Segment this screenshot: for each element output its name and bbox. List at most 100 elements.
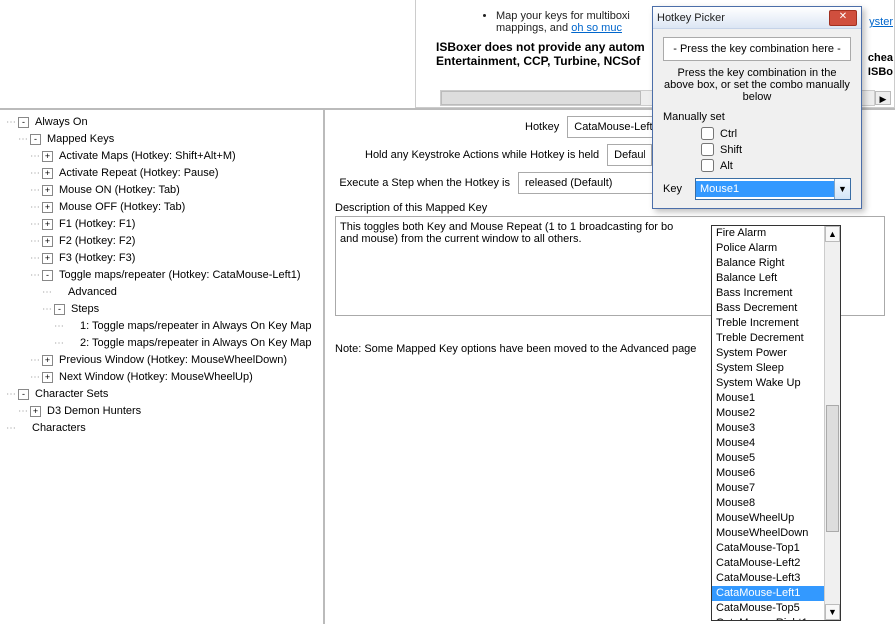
tree-toggle-icon[interactable]: + [42, 151, 53, 162]
tree-label: Mapped Keys [45, 132, 116, 147]
hotkey-label: Hotkey [525, 121, 559, 133]
tree-toggle-icon[interactable]: + [42, 236, 53, 247]
tree-label: Mouse ON (Hotkey: Tab) [57, 183, 182, 198]
tree-toggle-icon[interactable]: + [42, 185, 53, 196]
tree-toggle-icon[interactable]: + [42, 219, 53, 230]
dropdown-option[interactable]: System Sleep [712, 361, 840, 376]
tree-label: F3 (Hotkey: F3) [57, 251, 137, 266]
ctrl-label: Ctrl [720, 128, 737, 140]
dropdown-option[interactable]: Mouse5 [712, 451, 840, 466]
dropdown-option[interactable]: CataMouse-Left2 [712, 556, 840, 571]
scroll-up-icon[interactable]: ▲ [825, 226, 840, 242]
close-icon[interactable]: ✕ [829, 10, 857, 26]
doc-scroll-thumb[interactable] [441, 91, 641, 105]
tree-item[interactable]: ⋯1: Toggle maps/repeater in Always On Ke… [6, 318, 323, 335]
key-label: Key [663, 183, 695, 195]
dropdown-option[interactable]: Mouse2 [712, 406, 840, 421]
tree-toggle-icon[interactable]: - [42, 270, 53, 281]
key-combo-value: Mouse1 [696, 181, 834, 197]
dropdown-option[interactable]: Balance Right [712, 256, 840, 271]
doc-cutoff1: chea [868, 52, 893, 64]
doc-cutoff-link[interactable]: yster [869, 16, 893, 28]
tree-item[interactable]: ⋯+F3 (Hotkey: F3) [6, 250, 323, 267]
tree-toggle-icon[interactable]: + [42, 168, 53, 179]
tree-item[interactable]: ⋯-Toggle maps/repeater (Hotkey: CataMous… [6, 267, 323, 284]
tree-item[interactable]: ⋯+F2 (Hotkey: F2) [6, 233, 323, 250]
dropdown-option[interactable]: Treble Decrement [712, 331, 840, 346]
tree-item[interactable]: ⋯+F1 (Hotkey: F1) [6, 216, 323, 233]
tree-label: Character Sets [33, 387, 110, 402]
tree-label: F1 (Hotkey: F1) [57, 217, 137, 232]
tree-item[interactable]: ⋯-Character Sets [6, 386, 323, 403]
tree-label: Advanced [66, 285, 119, 300]
scroll-down-icon[interactable]: ▼ [825, 604, 840, 620]
tree-toggle-icon[interactable]: - [18, 117, 29, 128]
dropdown-option[interactable]: CataMouse-Left1 [712, 586, 840, 601]
tree-label: Previous Window (Hotkey: MouseWheelDown) [57, 353, 289, 368]
dropdown-option[interactable]: CataMouse-Left3 [712, 571, 840, 586]
tree-item[interactable]: ⋯-Mapped Keys [6, 131, 323, 148]
tree-toggle-icon[interactable]: + [42, 253, 53, 264]
ctrl-checkbox[interactable] [701, 127, 714, 140]
dropdown-scrollbar[interactable]: ▲ ▼ [824, 226, 840, 620]
tree-toggle-icon[interactable]: - [30, 134, 41, 145]
tree-item[interactable]: ⋯-Steps [6, 301, 323, 318]
tree-item[interactable]: ⋯+D3 Demon Hunters [6, 403, 323, 420]
hold-label: Hold any Keystroke Actions while Hotkey … [365, 149, 599, 161]
dropdown-option[interactable]: System Power [712, 346, 840, 361]
tree-toggle-icon[interactable]: - [54, 304, 65, 315]
tree-item[interactable]: ⋯+Activate Maps (Hotkey: Shift+Alt+M) [6, 148, 323, 165]
dropdown-option[interactable]: CataMouse-Top1 [712, 541, 840, 556]
doc-scroll-right[interactable]: ▶ [875, 91, 891, 105]
key-combo[interactable]: Mouse1 ▼ [695, 178, 851, 200]
tree-item[interactable]: ⋯+Mouse OFF (Hotkey: Tab) [6, 199, 323, 216]
tree-toggle-icon[interactable]: - [18, 389, 29, 400]
doc-line2: Entertainment, CCP, Turbine, NCSof [436, 54, 640, 68]
tree-label: Activate Repeat (Hotkey: Pause) [57, 166, 221, 181]
exec-field[interactable] [518, 172, 658, 194]
dropdown-option[interactable]: Mouse8 [712, 496, 840, 511]
dropdown-option[interactable]: Police Alarm [712, 241, 840, 256]
tree-item[interactable]: ⋯Advanced [6, 284, 323, 301]
doc-line1: ISBoxer does not provide any autom [436, 40, 645, 54]
alt-checkbox[interactable] [701, 159, 714, 172]
scroll-thumb[interactable] [826, 405, 839, 532]
dropdown-option[interactable]: MouseWheelUp [712, 511, 840, 526]
dropdown-option[interactable]: Balance Left [712, 271, 840, 286]
dropdown-option[interactable]: CataMouse-Top5 [712, 601, 840, 616]
alt-label: Alt [720, 160, 733, 172]
dropdown-option[interactable]: MouseWheelDown [712, 526, 840, 541]
tree-item[interactable]: ⋯-Always On [6, 114, 323, 131]
tree-toggle-icon[interactable]: + [42, 202, 53, 213]
doc-link[interactable]: oh so muc [571, 22, 622, 34]
tree-label: Characters [30, 421, 88, 436]
dropdown-option[interactable]: Treble Increment [712, 316, 840, 331]
dropdown-option[interactable]: System Wake Up [712, 376, 840, 391]
tree-item[interactable]: ⋯Characters [6, 420, 323, 437]
press-combo-input[interactable] [663, 37, 851, 61]
tree-item[interactable]: ⋯2: Toggle maps/repeater in Always On Ke… [6, 335, 323, 352]
doc-bullet-prefix: Map your keys for multiboxi [496, 10, 630, 22]
dialog-titlebar[interactable]: Hotkey Picker ✕ [653, 7, 861, 29]
dropdown-option[interactable]: Mouse3 [712, 421, 840, 436]
tree-item[interactable]: ⋯+Previous Window (Hotkey: MouseWheelDow… [6, 352, 323, 369]
tree-label: 2: Toggle maps/repeater in Always On Key… [78, 336, 314, 351]
tree-item[interactable]: ⋯+Next Window (Hotkey: MouseWheelUp) [6, 369, 323, 386]
tree-item[interactable]: ⋯+Mouse ON (Hotkey: Tab) [6, 182, 323, 199]
tree-toggle-icon[interactable]: + [30, 406, 41, 417]
tree-toggle-icon[interactable]: + [42, 355, 53, 366]
dropdown-option[interactable]: Mouse1 [712, 391, 840, 406]
dropdown-option[interactable]: CataMouse-Right1 [712, 616, 840, 621]
shift-checkbox[interactable] [701, 143, 714, 156]
tree-toggle-icon[interactable]: + [42, 372, 53, 383]
dropdown-option[interactable]: Mouse6 [712, 466, 840, 481]
dropdown-option[interactable]: Mouse7 [712, 481, 840, 496]
dropdown-option[interactable]: Bass Increment [712, 286, 840, 301]
dropdown-option[interactable]: Fire Alarm [712, 226, 840, 241]
dropdown-option[interactable]: Mouse4 [712, 436, 840, 451]
tree-item[interactable]: ⋯+Activate Repeat (Hotkey: Pause) [6, 165, 323, 182]
dropdown-option[interactable]: Bass Decrement [712, 301, 840, 316]
hold-field[interactable] [607, 144, 652, 166]
key-dropdown-list[interactable]: Fire AlarmPolice AlarmBalance RightBalan… [711, 225, 841, 621]
chevron-down-icon[interactable]: ▼ [834, 179, 850, 199]
